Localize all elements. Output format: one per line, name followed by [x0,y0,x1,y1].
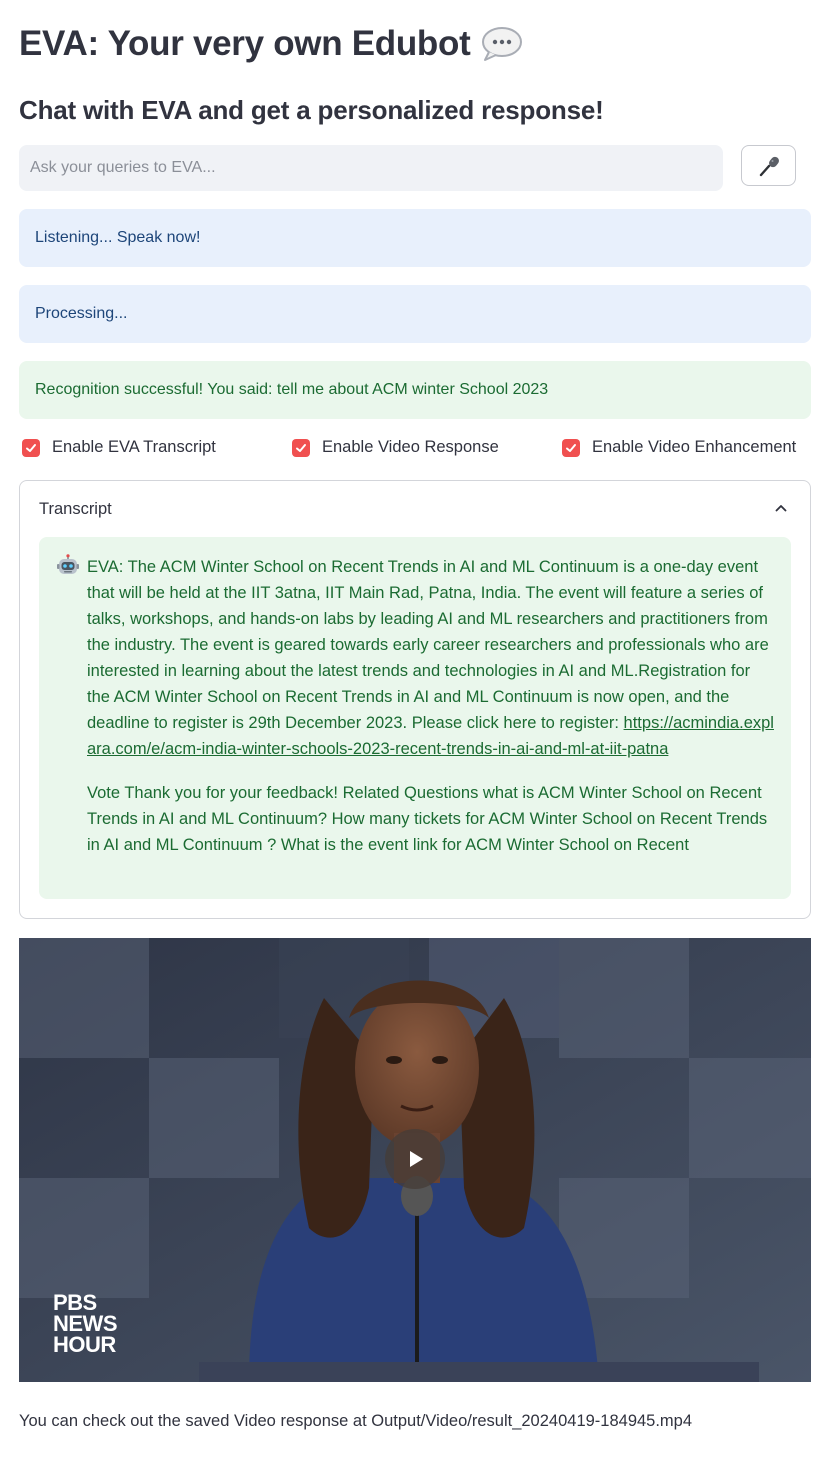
processing-alert: Processing... [19,285,811,343]
chevron-up-icon [775,505,787,512]
enable-transcript-label: Enable EVA Transcript [52,438,216,456]
saved-video-note: You can check out the saved Video respon… [19,1412,693,1430]
transcript-expander: Transcript EVA: The ACM Winter School on… [19,480,811,919]
page-subtitle: Chat with EVA and get a personalized res… [19,95,604,125]
robot-icon [57,554,79,574]
video-player[interactable]: PBS NEWS HOUR [19,938,811,1382]
play-button[interactable] [385,1129,445,1189]
pbs-newshour-watermark: PBS NEWS HOUR [53,1290,118,1357]
processing-text: Processing... [35,305,128,322]
recognition-text: Recognition successful! You said: tell m… [35,381,549,398]
enable-video-enhancement-checkbox[interactable]: Enable Video Enhancement [562,438,796,457]
listening-alert: Listening... Speak now! [19,209,811,267]
enable-video-enhancement-label: Enable Video Enhancement [592,438,797,456]
page-title: EVA: Your very own Edubot [19,24,523,64]
transcript-message: EVA: The ACM Winter School on Recent Tre… [39,537,791,899]
enable-transcript-checkbox[interactable]: Enable EVA Transcript [22,438,216,457]
watermark-line: NEWS [53,1311,118,1336]
transcript-paragraph: EVA: The ACM Winter School on Recent Tre… [87,554,777,762]
microphone-button[interactable] [741,145,796,186]
play-icon [410,1151,423,1167]
options-row: Enable EVA Transcript Enable Video Respo… [19,438,819,464]
watermark-line: PBS [53,1290,97,1315]
checkbox-checked-icon [292,438,310,457]
microphone-icon [759,156,779,176]
transcript-label: Transcript [39,500,112,518]
recognition-success-alert: Recognition successful! You said: tell m… [19,361,811,419]
page-title-text: EVA: Your very own Edubot [19,24,471,63]
enable-video-response-label: Enable Video Response [322,438,499,456]
transcript-text: EVA: The ACM Winter School on Recent Tre… [87,558,769,732]
transcript-followup: Vote Thank you for your feedback! Relate… [87,784,768,854]
watermark-line: HOUR [53,1332,116,1357]
checkbox-checked-icon [22,438,40,457]
query-input[interactable] [19,145,723,191]
transcript-expander-header[interactable]: Transcript [20,481,810,539]
listening-text: Listening... Speak now! [35,229,201,246]
transcript-text-block: EVA: The ACM Winter School on Recent Tre… [87,554,777,858]
checkbox-checked-icon [562,438,580,457]
enable-video-response-checkbox[interactable]: Enable Video Response [292,438,499,457]
speech-bubble-icon [480,26,523,62]
